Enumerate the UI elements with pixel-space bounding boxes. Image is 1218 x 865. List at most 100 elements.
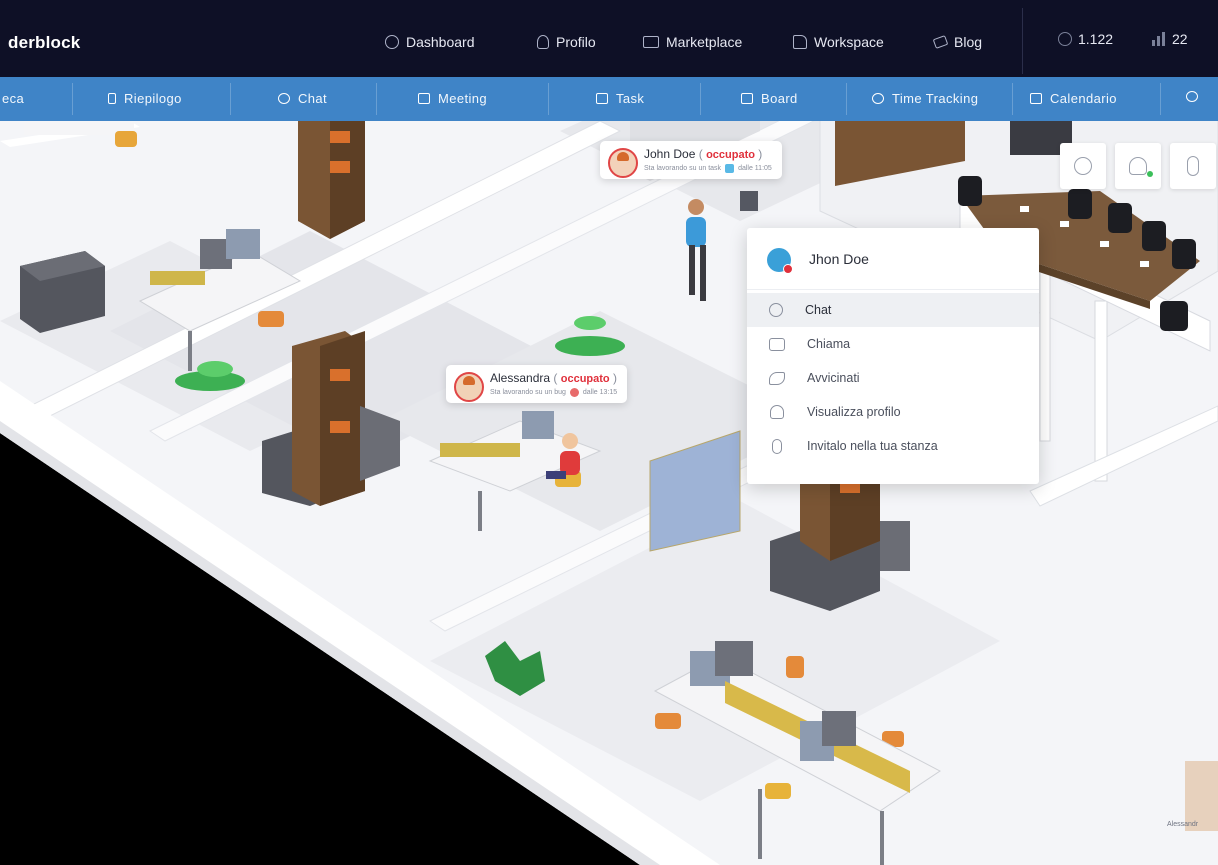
task-icon: [725, 164, 735, 173]
activity-text: Sta lavorando su un bug: [490, 389, 566, 396]
nav-dashboard[interactable]: Dashboard: [385, 30, 475, 54]
profile-icon: [770, 405, 784, 419]
tab-calendario-label: Calendario: [1050, 91, 1117, 106]
nav-marketplace-label: Marketplace: [666, 34, 743, 50]
menu-item-invita[interactable]: Invitalo nella tua stanza: [747, 429, 1039, 463]
coins-value: 1.122: [1078, 31, 1114, 47]
nav-divider: [1022, 8, 1023, 74]
tab-time-tracking-label: Time Tracking: [892, 91, 979, 106]
video-call-icon: [769, 337, 785, 351]
microphone-icon: [1187, 156, 1199, 176]
tab-riepilogo[interactable]: Riepilogo: [108, 91, 182, 106]
toolbar-separator: [700, 83, 701, 115]
tab-time-tracking[interactable]: Time Tracking: [872, 91, 978, 106]
nav-workspace[interactable]: Workspace: [793, 30, 884, 54]
menu-item-chiama[interactable]: Chiama: [747, 327, 1039, 361]
settings-icon: [1186, 91, 1198, 102]
menu-item-label: Chat: [805, 303, 832, 317]
brand-logo[interactable]: derblock: [8, 33, 80, 53]
bug-icon: [569, 388, 579, 397]
menu-item-label: Avvicinati: [807, 371, 860, 385]
activity-time: dalle 11:05: [738, 165, 772, 172]
avatar: [767, 248, 793, 274]
chat-icon: [769, 303, 783, 317]
toolbar-separator: [548, 83, 549, 115]
briefcase-icon: [643, 36, 659, 48]
nav-blog-label: Blog: [954, 34, 983, 50]
task-list-icon: [596, 93, 608, 104]
microphone-icon: [772, 438, 782, 454]
summary-icon: [108, 93, 116, 104]
activity-text: Sta lavorando su un task: [644, 165, 722, 172]
tab-chat[interactable]: Chat: [278, 91, 327, 106]
nav-blog[interactable]: Blog: [932, 30, 983, 54]
menu-item-chat[interactable]: Chat: [747, 293, 1039, 327]
nav-profilo[interactable]: Profilo: [537, 30, 596, 54]
calendar-icon: [1030, 93, 1042, 104]
tab-chat-label: Chat: [298, 91, 328, 106]
tab-meeting-label: Meeting: [438, 91, 488, 106]
tab-bacheca[interactable]: eca: [2, 91, 24, 106]
megaphone-icon: [932, 35, 949, 49]
context-menu-username: Jhon Doe: [809, 251, 869, 267]
toolbar-separator: [846, 83, 847, 115]
status-badge: occupato: [706, 149, 755, 161]
microphone-button[interactable]: [1170, 143, 1216, 189]
workspace-icon: [793, 35, 807, 49]
tab-bacheca-label: eca: [2, 91, 25, 106]
presence-name-text: John Doe: [644, 147, 696, 161]
floor-user-label[interactable]: Alessandr: [1167, 821, 1198, 828]
tab-riepilogo-label: Riepilogo: [124, 91, 182, 106]
tab-calendario[interactable]: Calendario: [1030, 91, 1117, 106]
tab-meeting[interactable]: Meeting: [418, 91, 487, 106]
presence-card-alessandra[interactable]: Alessandra ( occupato ) Sta lavorando su…: [446, 365, 628, 403]
nav-profilo-label: Profilo: [556, 34, 596, 50]
tab-task[interactable]: Task: [596, 91, 644, 106]
menu-item-label: Invitalo nella tua stanza: [807, 439, 938, 453]
dashboard-icon: [385, 35, 399, 49]
nav-marketplace[interactable]: Marketplace: [643, 30, 742, 54]
coins-icon: [1058, 32, 1072, 46]
presence-activity: Sta lavorando su un task dalle 11:05: [644, 164, 772, 173]
presence-card-john-doe[interactable]: John Doe ( occupato ) Sta lavorando su u…: [600, 141, 782, 179]
status-badge: occupato: [560, 373, 610, 385]
user-status-button[interactable]: [1115, 143, 1161, 189]
user-online-icon: [1129, 157, 1153, 177]
toolbar-separator: [72, 83, 73, 115]
clock-icon: [872, 93, 884, 104]
menu-item-visualizza-profilo[interactable]: Visualizza profilo: [747, 395, 1039, 429]
menu-item-label: Visualizza profilo: [807, 405, 901, 419]
top-navigation: derblock Dashboard Profilo Marketplace W…: [0, 0, 1218, 77]
menu-item-label: Chiama: [807, 337, 851, 351]
toolbar-separator: [1012, 83, 1013, 115]
level-counter[interactable]: 22: [1152, 31, 1188, 47]
chat-icon: [278, 93, 290, 104]
presence-name-text: Alessandra: [490, 371, 551, 385]
workspace-toolbar: eca Riepilogo Chat Meeting Task Board Ti…: [0, 77, 1218, 121]
tab-board[interactable]: Board: [741, 91, 798, 106]
board-icon: [741, 93, 753, 104]
tab-more[interactable]: [1186, 91, 1206, 102]
user-icon: [537, 35, 549, 49]
activity-time: dalle 13:15: [582, 389, 618, 396]
toolbar-separator: [1160, 83, 1161, 115]
emoji-button[interactable]: [1060, 143, 1106, 189]
walk-icon: [769, 371, 785, 385]
nav-workspace-label: Workspace: [814, 34, 884, 50]
avatar: [608, 148, 638, 178]
presence-name: John Doe ( occupato ): [644, 147, 763, 161]
video-icon: [418, 93, 430, 104]
bar-chart-icon: [1152, 32, 1165, 46]
user-context-menu: Jhon Doe Chat Chiama Avvicinati Visualiz…: [747, 228, 1039, 484]
presence-name: Alessandra ( occupato ): [490, 371, 617, 385]
avatar: [454, 372, 484, 402]
menu-item-avvicinati[interactable]: Avvicinati: [747, 361, 1039, 395]
presence-activity: Sta lavorando su un bug dalle 13:15: [490, 388, 617, 397]
level-value: 22: [1172, 31, 1188, 47]
emoji-icon: [1074, 157, 1092, 175]
tab-board-label: Board: [761, 91, 798, 106]
nav-dashboard-label: Dashboard: [406, 34, 475, 50]
coins-counter[interactable]: 1.122: [1058, 31, 1113, 47]
context-menu-header: Jhon Doe: [747, 228, 1039, 290]
tab-task-label: Task: [616, 91, 645, 106]
